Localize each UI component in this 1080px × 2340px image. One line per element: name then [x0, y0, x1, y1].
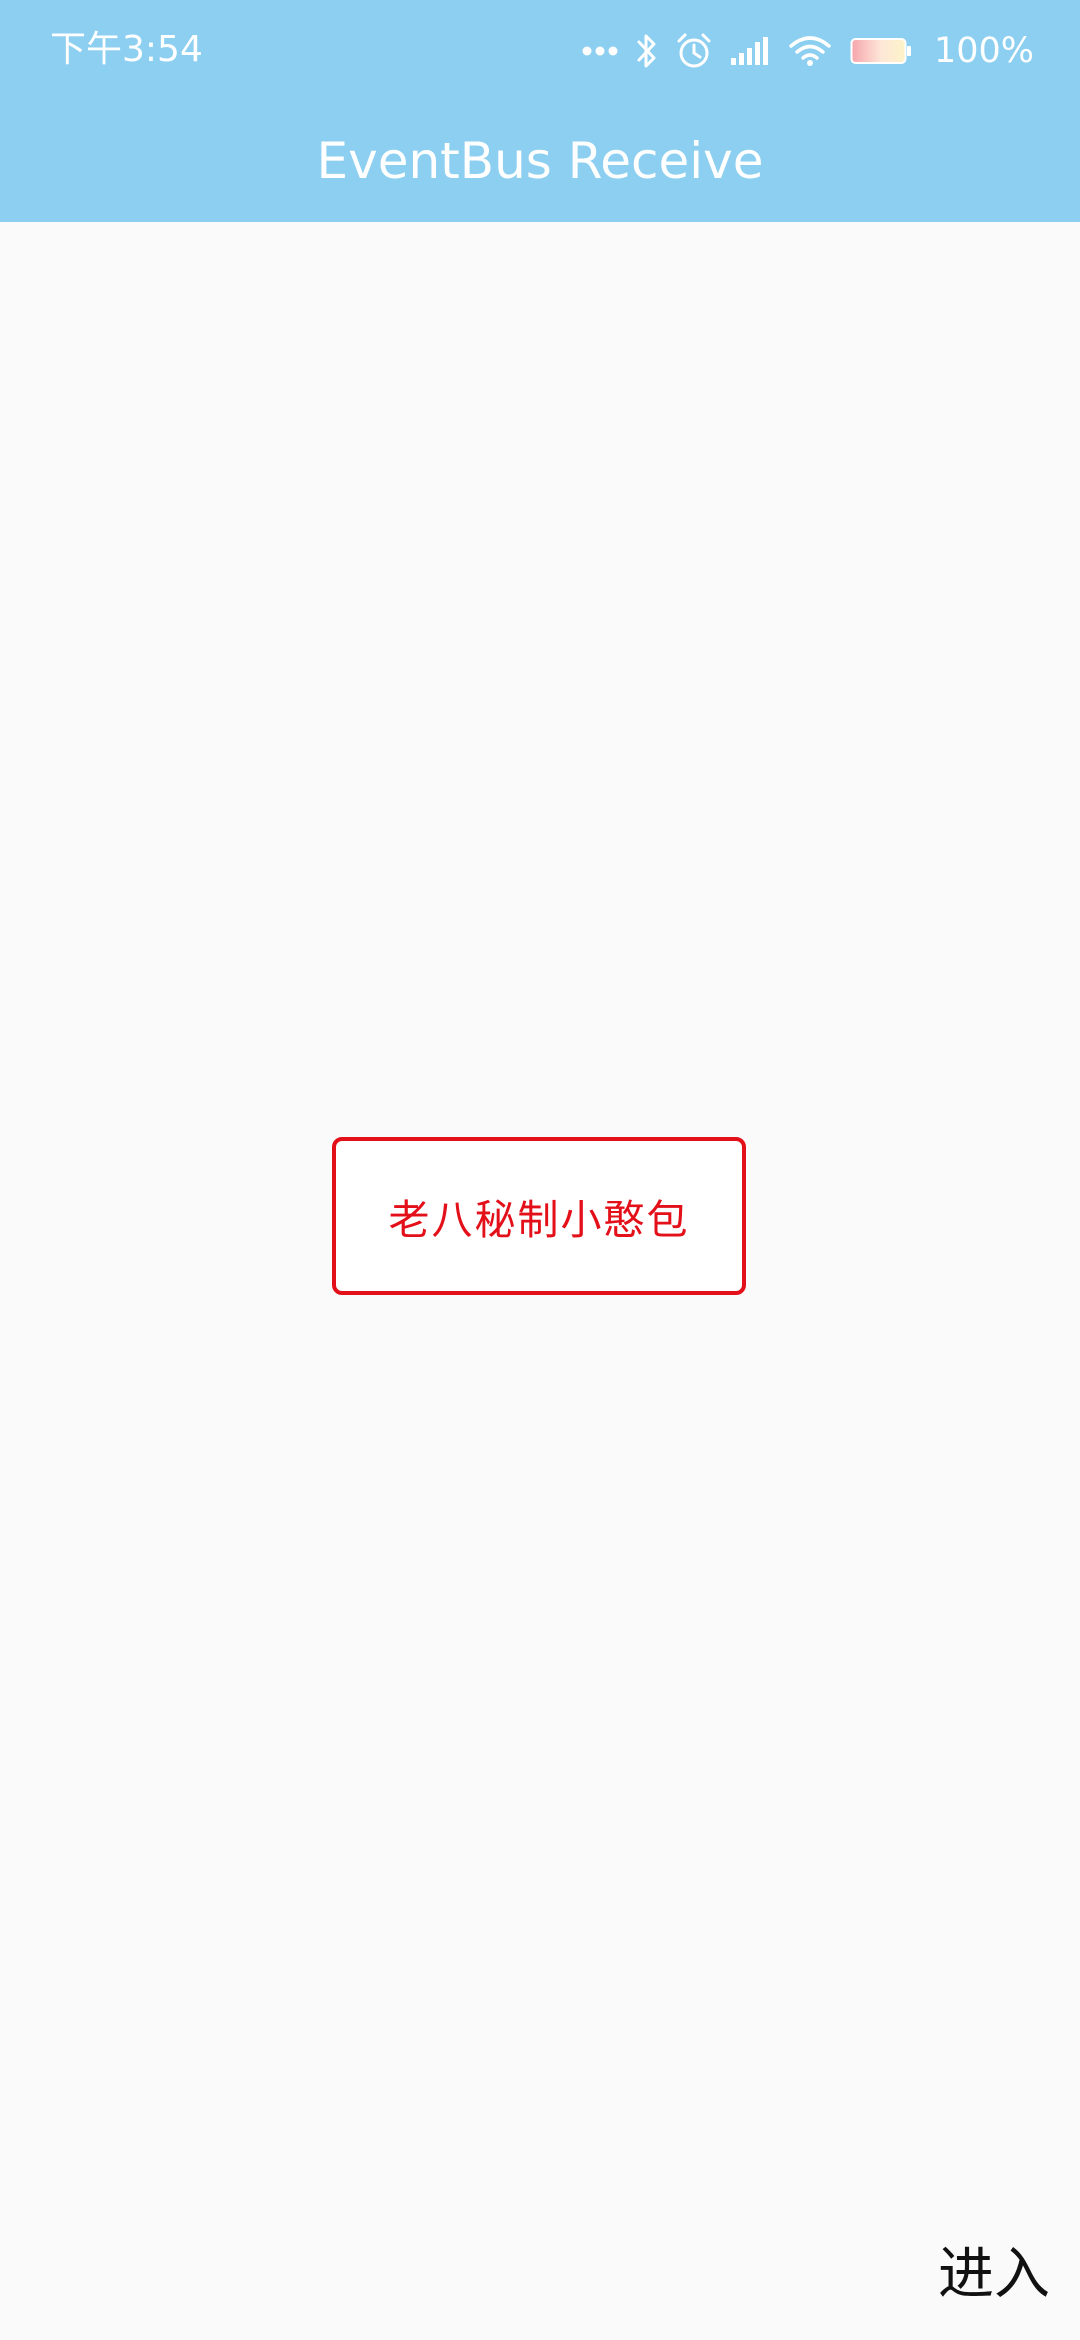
center-button[interactable]: 老八秘制小憨包	[332, 1137, 746, 1295]
screen: 下午3:54 100% EventBus Receive 老八秘制小憨包 进入	[0, 0, 1080, 2340]
status-icons: 100%	[582, 26, 1034, 76]
signal-icon	[730, 36, 770, 66]
status-bar: 下午3:54 100%	[0, 0, 1080, 100]
battery-percent: 100%	[933, 31, 1034, 71]
alarm-icon	[676, 32, 712, 70]
app-bar: 下午3:54 100% EventBus Receive	[0, 0, 1080, 222]
battery-icon	[850, 36, 912, 66]
bluetooth-icon	[636, 32, 658, 70]
page-title: EventBus Receive	[316, 132, 764, 190]
wifi-icon	[788, 34, 832, 68]
status-time: 下午3:54	[50, 29, 203, 70]
center-button-label: 老八秘制小憨包	[388, 1196, 690, 1244]
enter-button[interactable]: 进入	[938, 2240, 1050, 2310]
more-dots-icon	[582, 45, 618, 57]
